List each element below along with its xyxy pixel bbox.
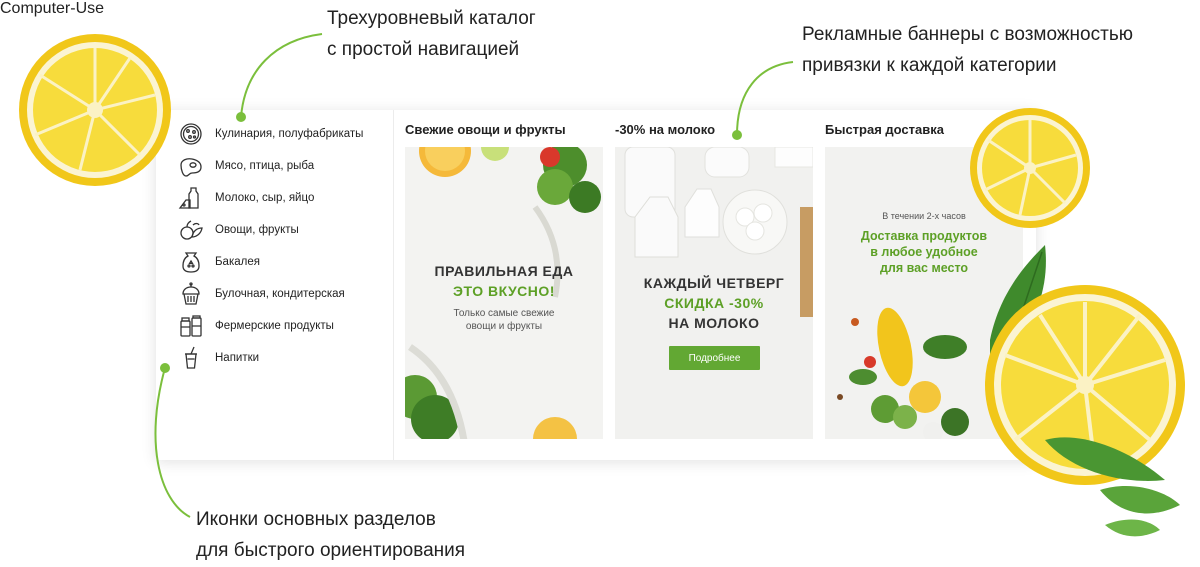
banner-fast-delivery[interactable]: В течении 2-х часов Доставка продуктов в… <box>825 147 1023 439</box>
banner-delivery-line1: Доставка продуктов <box>860 229 988 243</box>
promo-title-vegetables[interactable]: Свежие овощи и фрукты <box>405 122 566 137</box>
banner-milk-line2: СКИДКА -30% <box>664 295 764 311</box>
sidebar-item-label: Мясо, птица, рыба <box>215 160 315 172</box>
vegetables-delivery-photo <box>837 307 969 439</box>
banner-delivery-text: В течении 2-х часов Доставка продуктов в… <box>825 210 1023 276</box>
sidebar-item-drinks[interactable]: Напитки <box>178 345 388 371</box>
banner-milk-discount[interactable]: КАЖДЫЙ ЧЕТВЕРГ СКИДКА -30% НА МОЛОКО Под… <box>615 147 813 439</box>
callout-catalog-line1: Трехуровневый каталог <box>327 8 536 29</box>
banner-healthy-food[interactable]: ПРАВИЛЬНАЯ ЕДА ЭТО ВКУСНО! Только самые … <box>405 147 603 439</box>
sidebar-item-label: Молоко, сыр, яйцо <box>215 192 315 204</box>
callout-catalog: Трехуровневый каталог с простой навигаци… <box>327 3 536 65</box>
sidebar-item-farm[interactable]: Фермерские продукты <box>178 313 388 339</box>
promo-title-delivery[interactable]: Быстрая доставка <box>825 122 944 137</box>
lemon-slice-top-left <box>19 34 171 186</box>
sidebar-item-label: Булочная, кондитерская <box>215 288 345 300</box>
banner-healthy-text: ПРАВИЛЬНАЯ ЕДА ЭТО ВКУСНО! Только самые … <box>405 261 603 333</box>
steak-icon <box>178 153 204 179</box>
callout-banners-line2: привязки к каждой категории <box>802 55 1057 76</box>
banner-delivery-line3: для вас место <box>879 261 969 275</box>
farm-jars-icon <box>178 313 204 339</box>
callout-banners: Рекламные баннеры с возможностью привязк… <box>802 19 1133 81</box>
sidebar-item-bakery[interactable]: Булочная, кондитерская <box>178 281 388 307</box>
catalog-menu-panel: Кулинария, полуфабрикаты Мясо, птица, ры… <box>156 110 1036 460</box>
drink-cup-icon <box>178 345 204 371</box>
banner-healthy-sub1: Только самые свежие <box>453 308 555 319</box>
callout-icons-line2: для быстрого ориентирования <box>196 540 466 561</box>
sidebar-item-grocery[interactable]: Бакалея <box>178 249 388 275</box>
banner-milk-text: КАЖДЫЙ ЧЕТВЕРГ СКИДКА -30% НА МОЛОКО <box>615 273 813 333</box>
banner-healthy-sub2: овощи и фрукты <box>465 321 543 332</box>
callout-catalog-line2: с простой навигацией <box>327 39 520 60</box>
milk-cheese-icon <box>178 185 204 211</box>
callout-icons: Иконки основных разделов для быстрого ор… <box>196 504 465 566</box>
banner-healthy-line2: ЭТО ВКУСНО! <box>453 283 555 299</box>
vegetables-icon <box>178 217 204 243</box>
more-details-button[interactable]: Подробнее <box>669 346 760 370</box>
catalog-sidebar: Кулинария, полуфабрикаты Мясо, птица, ры… <box>156 110 394 460</box>
sidebar-item-dairy[interactable]: Молоко, сыр, яйцо <box>178 185 388 211</box>
callout-icons-line1: Иконки основных разделов <box>196 509 436 530</box>
banner-healthy-line1: ПРАВИЛЬНАЯ ЕДА <box>434 263 574 279</box>
sidebar-item-label: Напитки <box>215 352 260 364</box>
promo-title-milk[interactable]: -30% на молоко <box>615 122 715 137</box>
sidebar-item-label: Бакалея <box>215 256 260 268</box>
banner-delivery-line2: в любое удобное <box>870 245 978 259</box>
callout-banners-line1: Рекламные баннеры с возможностью <box>802 24 1133 45</box>
sidebar-item-label: Овощи, фрукты <box>215 224 299 236</box>
sidebar-item-vegetables[interactable]: Овощи, фрукты <box>178 217 388 243</box>
sidebar-item-meat[interactable]: Мясо, птица, рыба <box>178 153 388 179</box>
banner-milk-line1: КАЖДЫЙ ЧЕТВЕРГ <box>643 275 785 291</box>
sidebar-item-label: Фермерские продукты <box>215 320 334 332</box>
banner-delivery-pre: В течении 2-х часов <box>882 211 966 221</box>
pizza-icon <box>178 121 204 147</box>
connector-catalog <box>240 33 323 118</box>
sidebar-item-label: Кулинария, полуфабрикаты <box>215 128 364 140</box>
flour-sack-icon <box>178 249 204 275</box>
sidebar-item-cooking[interactable]: Кулинария, полуфабрикаты <box>178 121 388 147</box>
cupcake-icon <box>178 281 204 307</box>
banner-milk-line3: НА МОЛОКО <box>668 315 760 331</box>
